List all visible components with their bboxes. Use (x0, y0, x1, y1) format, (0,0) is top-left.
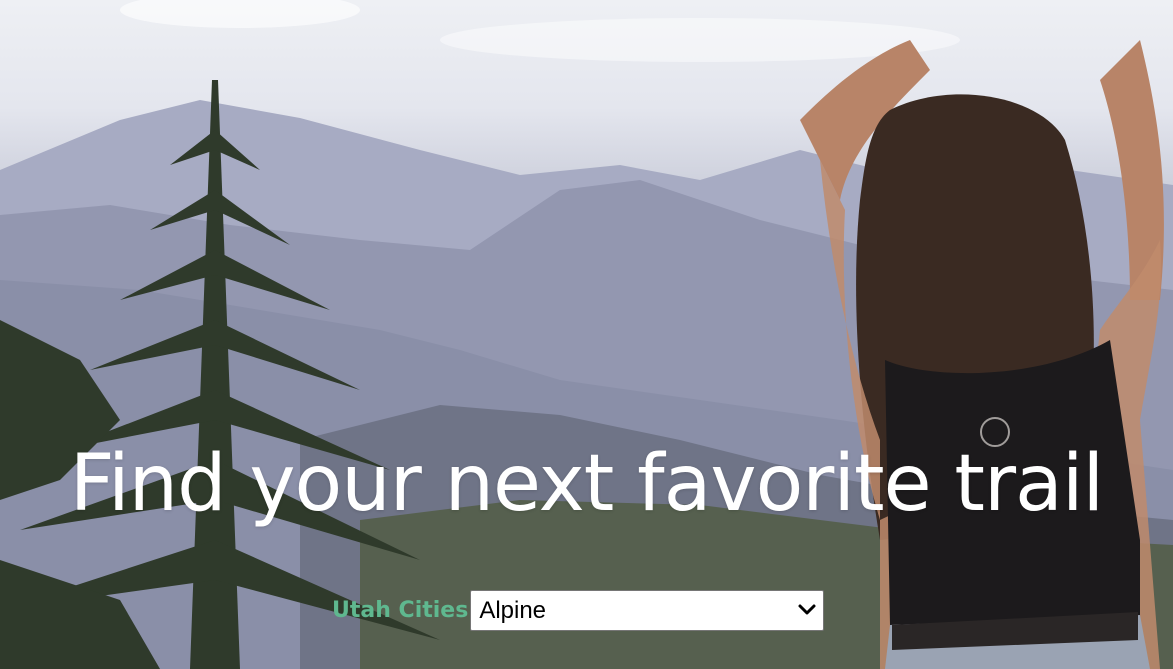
city-select-dropdown[interactable]: Alpine (470, 590, 825, 631)
city-picker: Utah Cities Alpine (332, 590, 825, 631)
chevron-down-icon (798, 604, 816, 615)
hero-section: Find your next favorite trail Utah Citie… (0, 0, 1173, 669)
hero-headline: Find your next favorite trail (69, 439, 1104, 529)
city-select-label: Utah Cities (332, 598, 469, 623)
hero-background-image (0, 0, 1173, 669)
city-select-value: Alpine (479, 596, 547, 624)
